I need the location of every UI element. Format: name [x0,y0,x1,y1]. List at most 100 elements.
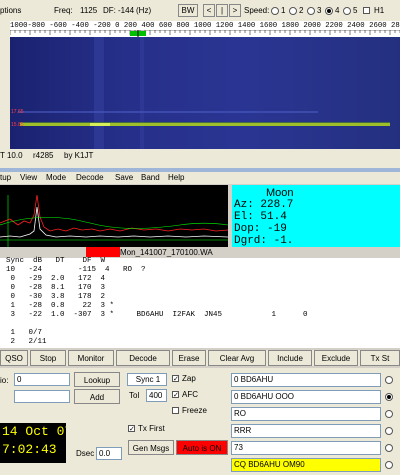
speed-radio-4[interactable] [325,7,333,15]
nav-mid-button[interactable]: | [216,4,228,17]
tx-message-6[interactable]: CQ BD6AHU OM90 [231,458,381,472]
monitor-button[interactable]: Monitor [68,350,114,366]
decode-button[interactable]: Decode [116,350,170,366]
button-row: QSO Stop Monitor Decode Erase Clear Avg … [0,350,400,366]
lookup-button[interactable]: Lookup [74,372,120,387]
audio-label: io: [0,376,9,385]
moon-elevation: El: 51.4 [234,211,287,223]
moon-title: Moon [266,187,294,199]
build-label: r4285 [33,151,54,160]
zap-checkbox[interactable]: ✓ [172,375,179,383]
waterfall-display[interactable]: 17.65 15.85 [10,37,400,149]
decode-row: 3 -22 1.0 -307 3 * BD6AHU I2FAK JN45 1 0 [6,311,308,319]
tx-radio-4[interactable] [385,427,393,435]
include-button[interactable]: Include [268,350,312,366]
decode-row: 1 0/7 [6,329,43,337]
speed-opt-3: 3 [317,6,322,15]
moon-doppler: Dop: -19 [234,223,287,235]
df-unit: (Hz) [136,6,152,15]
speed-label: Speed: [244,6,270,15]
menu-decode[interactable]: Decode [76,173,104,182]
current-file: Mon_141007_170100.WA [120,248,213,257]
decoded-text-panel[interactable]: Sync dB DT DF W 10 -24 -115 4 RO ? 0 -29… [0,257,400,348]
tx-stop-button[interactable]: Tx St [360,350,400,366]
decode-row: 1 -28 0.8 22 3 * [6,302,115,310]
speed-radio-1[interactable] [271,7,279,15]
decode-row: 0 -30 3.8 178 2 [6,293,106,301]
nav-right-button[interactable]: > [229,4,241,17]
speed-opt-2: 2 [299,6,304,15]
menu-setup[interactable]: tup [0,173,11,182]
speed-radio-3[interactable] [307,7,315,15]
moon-panel: Moon Az: 228.7 El: 51.4 Dop: -19 Dgrd: -… [232,185,400,247]
speed-radio-2[interactable] [289,7,297,15]
tx-first-checkbox[interactable]: ✓ [128,425,135,433]
signal-label-2: 15.85 [11,122,24,128]
speed-opt-5: 5 [353,6,358,15]
zap-label: Zap [182,374,196,383]
date-display: 14 Oct 07 [2,424,66,439]
df-value: -144 [118,6,135,15]
freeze-label: Freeze [182,406,207,415]
moon-degradation: Dgrd: -1. [234,235,294,247]
waterfall-controls: ptions Freq: 1125 DF: -144 (Hz) BW < | >… [0,4,400,20]
menu-mode[interactable]: Mode [46,173,66,182]
decode-row: 0 -29 2.0 172 4 [6,275,106,283]
frequency-scale-ticks [10,30,400,37]
spectrum-plot[interactable] [0,185,228,247]
author-label: by K1JT [64,151,94,160]
version-label: T 10.0 [0,151,23,160]
bw-button[interactable]: BW [178,4,198,17]
erase-button[interactable]: Erase [172,350,206,366]
menu-view[interactable]: View [20,173,37,182]
menu-save[interactable]: Save [115,173,133,182]
dsec-value[interactable]: 0.0 [96,447,122,460]
freq-label: Freq: [54,6,73,15]
rx-indicator [86,247,120,257]
tx-radio-6[interactable] [385,461,393,469]
decode-header: Sync dB DT DF W [6,257,106,265]
decode-row: 0 -28 8.1 170 3 [6,284,106,292]
tx-radio-2[interactable] [385,393,393,401]
tx-radio-3[interactable] [385,410,393,418]
sync-spinbox[interactable]: Sync 1 [127,373,167,386]
exclude-button[interactable]: Exclude [314,350,358,366]
tx-message-4[interactable]: RRR [231,424,381,438]
afc-checkbox[interactable]: ✓ [172,391,179,399]
freq-value: 1125 [80,6,98,15]
gen-msgs-button[interactable]: Gen Msgs [128,440,174,455]
time-display: 7:02:43 [2,442,57,457]
tx-message-2[interactable]: 0 BD6AHU OOO [231,390,381,404]
freeze-checkbox[interactable] [172,407,179,414]
h1-checkbox[interactable] [363,7,370,14]
clock-display: 14 Oct 07 7:02:43 [0,423,66,463]
tx-message-3[interactable]: RO [231,407,381,421]
auto-is-on-button[interactable]: Auto is ON [176,440,228,455]
menu-band[interactable]: Band [141,173,160,182]
nav-left-button[interactable]: < [203,4,215,17]
tx-message-1[interactable]: 0 BD6AHU [231,373,381,387]
signal-label-1: 17.65 [11,109,24,115]
log-qso-button[interactable]: QSO [0,350,28,366]
afc-label: AFC [182,390,198,399]
speed-opt-1: 1 [281,6,286,15]
tx-message-5[interactable]: 73 [231,441,381,455]
add-button[interactable]: Add [74,389,120,404]
decode-row: 10 -24 -115 4 RO ? [6,266,146,274]
waterfall-status-bar: T 10.0 r4285 by K1JT [0,151,400,165]
waterfall-window: ptions Freq: 1125 DF: -144 (Hz) BW < | >… [0,0,400,168]
speed-radio-5[interactable] [343,7,351,15]
grid-input[interactable] [14,390,70,403]
tol-label: Tol [129,391,140,400]
tx-radio-1[interactable] [385,376,393,384]
audio-input[interactable]: 0 [14,373,70,386]
tol-value[interactable]: 400 [146,389,167,402]
stop-button[interactable]: Stop [30,350,66,366]
tx-radio-5[interactable] [385,444,393,452]
clear-avg-button[interactable]: Clear Avg [208,350,266,366]
options-menu[interactable]: ptions [0,6,21,15]
tx-first-label: Tx First [138,424,165,433]
menu-help[interactable]: Help [168,173,184,182]
dsec-label: Dsec [76,449,95,458]
h1-label: H1 [374,6,385,15]
